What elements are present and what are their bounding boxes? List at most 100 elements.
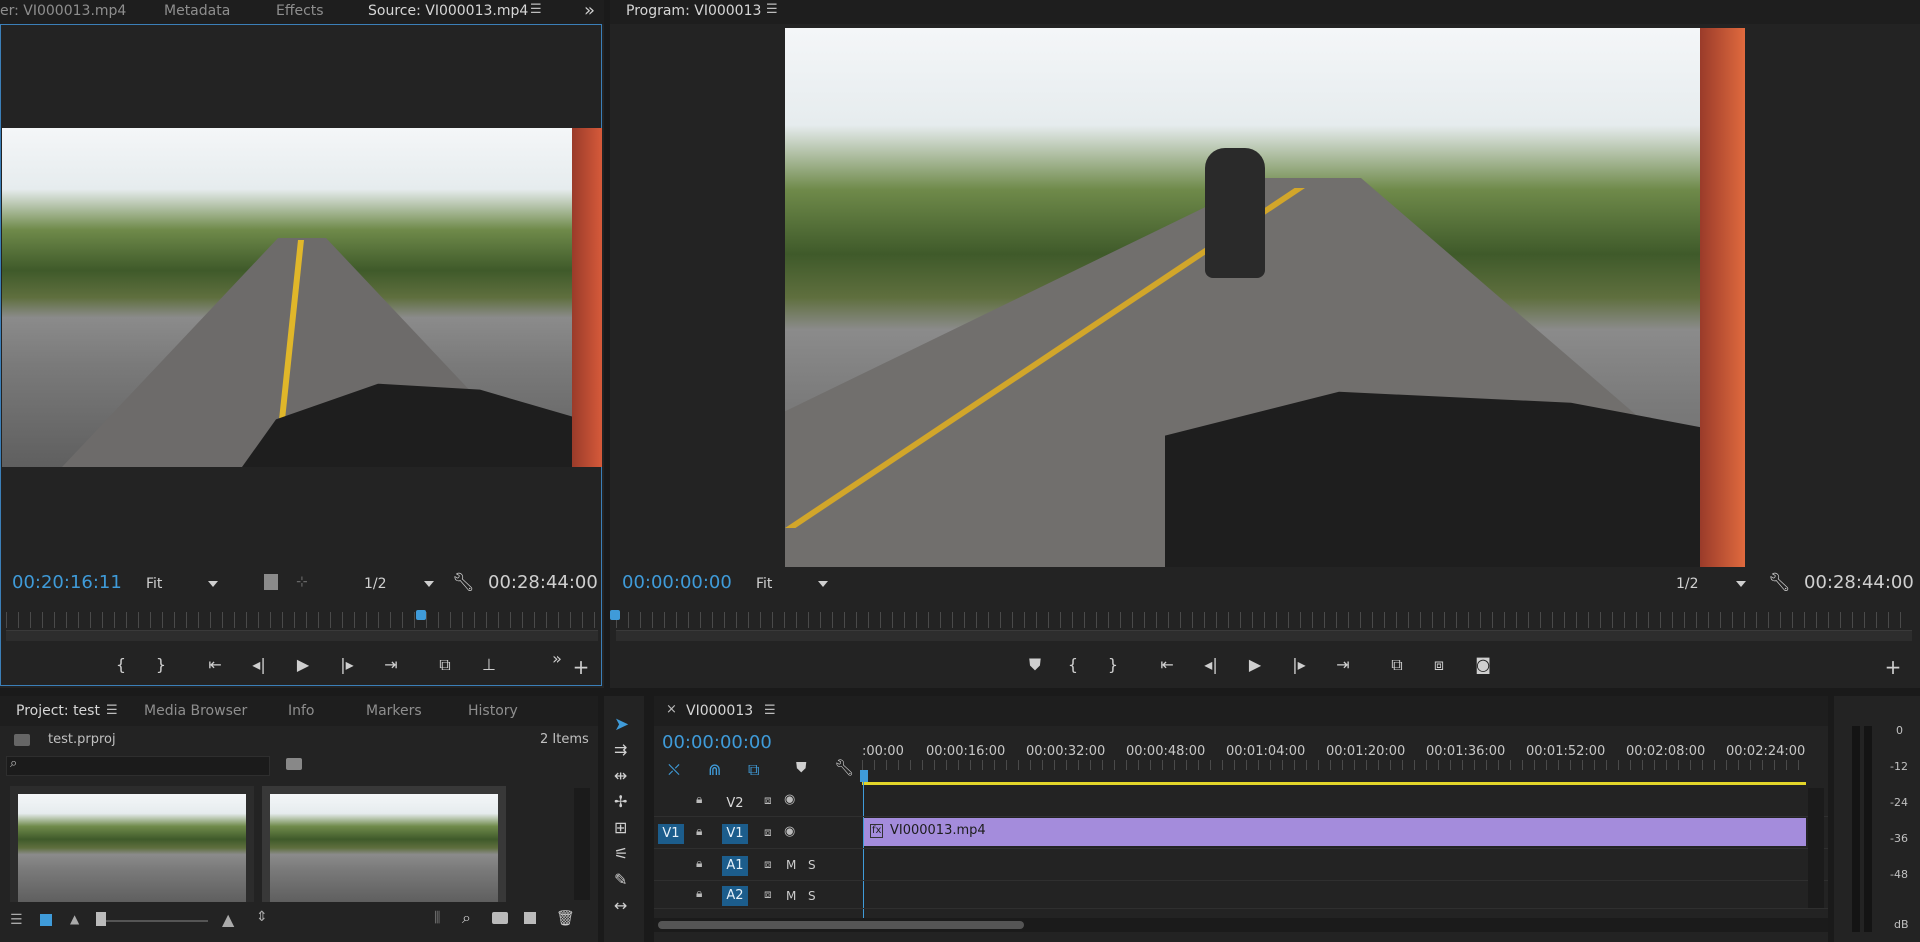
overwrite-icon[interactable]: ⊥: [476, 654, 502, 676]
automate-icon[interactable]: ⫼: [434, 910, 440, 926]
solo-button[interactable]: S: [808, 858, 816, 872]
drag-audio-icon[interactable]: ⊹: [296, 574, 308, 590]
track-target-a2[interactable]: A2: [722, 886, 748, 906]
wrench-icon[interactable]: 🔧︎: [452, 572, 475, 593]
icon-view-icon[interactable]: [40, 914, 52, 926]
drag-video-icon[interactable]: [264, 574, 278, 590]
slider-thumb[interactable]: [96, 912, 106, 926]
tab-sequence[interactable]: VI000013: [686, 700, 753, 724]
go-to-out-icon[interactable]: ⇥: [378, 654, 404, 676]
sync-lock-icon[interactable]: ⧈: [764, 825, 772, 840]
step-back-icon[interactable]: ◂|: [1198, 654, 1224, 676]
timeline-ruler[interactable]: :00:00 00:00:16:00 00:00:32:00 00:00:48:…: [862, 742, 1806, 774]
zoom-in-icon[interactable]: ▲: [222, 910, 234, 929]
go-to-in-icon[interactable]: ⇤: [202, 654, 228, 676]
linked-selection-icon[interactable]: ⧉: [748, 760, 759, 780]
new-search-bin-icon[interactable]: [286, 758, 302, 770]
program-current-timecode[interactable]: 00:00:00:00: [622, 572, 732, 593]
tab-effects[interactable]: Effects: [276, 0, 324, 24]
tab-project[interactable]: Project: test: [16, 700, 100, 724]
selection-tool-icon[interactable]: ➤: [614, 714, 629, 735]
program-time-ruler[interactable]: [616, 612, 1912, 628]
lock-icon[interactable]: 🔒︎: [696, 824, 702, 839]
tab-media-browser[interactable]: Media Browser: [144, 700, 247, 724]
tab-metadata[interactable]: Metadata: [164, 0, 230, 24]
work-area-bar[interactable]: [862, 782, 1806, 785]
mute-button[interactable]: M: [786, 889, 796, 903]
new-item-icon[interactable]: [524, 912, 536, 924]
program-resolution-select[interactable]: 1/2: [1676, 573, 1746, 595]
track-target-v2[interactable]: V2: [722, 794, 748, 814]
tab-history[interactable]: History: [468, 700, 518, 724]
project-scrollbar[interactable]: [574, 788, 590, 900]
thumbnail-zoom-slider[interactable]: [96, 920, 208, 922]
solo-button[interactable]: S: [808, 889, 816, 903]
timeline-hscroll[interactable]: [654, 918, 1828, 932]
ripple-edit-icon[interactable]: ⇹: [614, 766, 627, 785]
slide-tool-icon[interactable]: ↔: [614, 896, 627, 915]
folder-icon[interactable]: [492, 912, 508, 924]
sequence-menu-icon[interactable]: ☰: [764, 703, 776, 718]
lock-icon[interactable]: 🔒︎: [696, 792, 702, 807]
timeline-playhead-handle[interactable]: [860, 770, 868, 782]
search-field[interactable]: ⌕: [6, 756, 270, 776]
add-marker-icon[interactable]: ⛊: [1022, 654, 1048, 676]
tab-markers[interactable]: Markers: [366, 700, 422, 724]
sync-lock-icon[interactable]: ⧈: [764, 793, 772, 808]
sort-icon[interactable]: ⇕: [256, 909, 268, 925]
tab-source[interactable]: Source: VI000013.mp4: [368, 0, 528, 24]
step-forward-icon[interactable]: |▸: [1286, 654, 1312, 676]
add-marker-icon[interactable]: ⛊: [796, 760, 807, 776]
wrench-icon[interactable]: 🔧︎: [1768, 572, 1791, 593]
insert-icon[interactable]: ⧉: [432, 654, 458, 676]
slip-tool-icon[interactable]: ✎: [614, 870, 627, 889]
eye-icon[interactable]: ◉: [784, 792, 795, 807]
mark-in-icon[interactable]: {: [108, 654, 134, 676]
lock-icon[interactable]: 🔒︎: [696, 856, 702, 871]
program-playhead[interactable]: [610, 610, 620, 620]
mark-out-icon[interactable]: }: [148, 654, 174, 676]
lift-icon[interactable]: ⧉: [1384, 654, 1410, 676]
search-icon[interactable]: ⌕: [462, 908, 471, 928]
source-current-timecode[interactable]: 00:20:16:11: [12, 572, 122, 593]
track-target-a1[interactable]: A1: [722, 856, 748, 876]
tab-info[interactable]: Info: [288, 700, 315, 724]
trash-icon[interactable]: 🗑︎: [556, 909, 575, 927]
add-icon[interactable]: +: [1880, 656, 1906, 678]
overflow-icon[interactable]: »: [544, 648, 570, 670]
zoom-out-icon[interactable]: ▲: [70, 912, 79, 926]
step-back-icon[interactable]: ◂|: [246, 654, 272, 676]
source-patch-v1[interactable]: V1: [658, 824, 684, 844]
play-icon[interactable]: ▶: [290, 654, 316, 676]
extract-icon[interactable]: ⧈: [1426, 654, 1452, 676]
program-menu-icon[interactable]: ☰: [766, 2, 778, 17]
mark-out-icon[interactable]: }: [1100, 654, 1126, 676]
add-icon[interactable]: +: [568, 656, 594, 678]
source-time-ruler[interactable]: [6, 612, 598, 628]
camera-icon[interactable]: ◙: [1470, 654, 1496, 676]
timeline-vscroll[interactable]: [1808, 788, 1824, 908]
mute-button[interactable]: M: [786, 858, 796, 872]
close-icon[interactable]: ×: [666, 702, 677, 717]
tab-program[interactable]: Program: VI000013: [626, 0, 761, 24]
hscroll-thumb[interactable]: [658, 921, 1024, 929]
thumbnail-card[interactable]: [262, 786, 506, 902]
sync-lock-icon[interactable]: ⧈: [764, 887, 772, 902]
track-target-v1[interactable]: V1: [722, 824, 748, 844]
sync-lock-icon[interactable]: ⧈: [764, 857, 772, 872]
project-menu-icon[interactable]: ☰: [106, 703, 118, 718]
razor-icon[interactable]: ⚟: [614, 844, 628, 863]
nest-toggle-icon[interactable]: ⛌: [668, 760, 680, 780]
video-clip[interactable]: fx VI000013.mp4: [864, 818, 1806, 846]
snap-icon[interactable]: ⋒: [708, 760, 721, 779]
go-to-out-icon[interactable]: ⇥: [1330, 654, 1356, 676]
panel-overflow-icon[interactable]: »: [584, 0, 595, 21]
step-forward-icon[interactable]: |▸: [334, 654, 360, 676]
thumbnail-card[interactable]: [10, 786, 254, 902]
list-view-icon[interactable]: ☰: [10, 912, 23, 928]
source-scrollbar[interactable]: [6, 630, 598, 641]
play-icon[interactable]: ▶: [1242, 654, 1268, 676]
program-scrollbar[interactable]: [616, 630, 1912, 641]
wrench-icon[interactable]: 🔧︎: [834, 758, 854, 777]
timeline-current-timecode[interactable]: 00:00:00:00: [662, 732, 772, 753]
